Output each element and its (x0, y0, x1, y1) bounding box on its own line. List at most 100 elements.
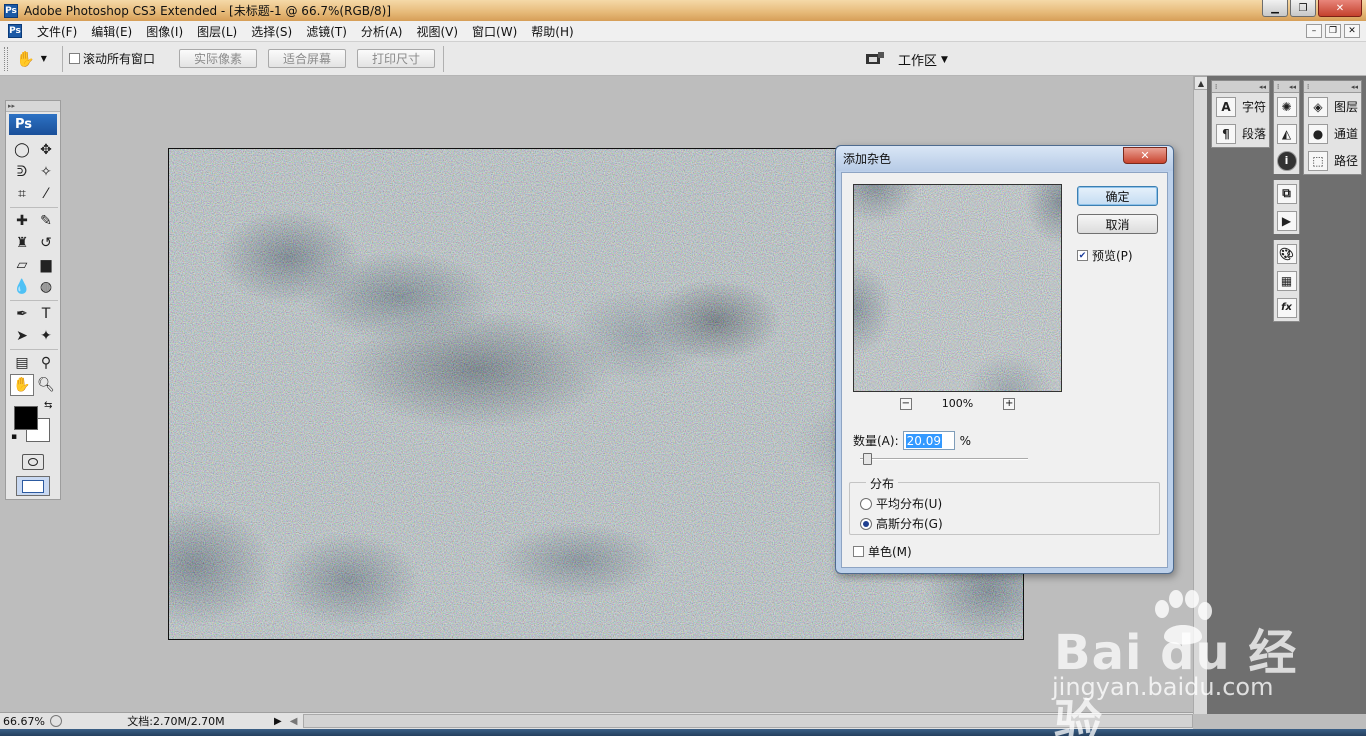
scroll-left-arrow[interactable]: ◀ (290, 716, 298, 727)
amount-unit: % (959, 433, 972, 448)
panel-column-header[interactable]: ⁞ ◂◂ (1274, 81, 1299, 93)
gaussian-option[interactable]: 高斯分布(G) (860, 515, 943, 532)
panel-column-header[interactable]: ⁞ ◂◂ (1212, 81, 1269, 93)
menu-select[interactable]: 选择(S) (244, 23, 299, 40)
close-button[interactable]: ✕ (1318, 0, 1362, 17)
scroll-all-checkbox[interactable] (69, 53, 80, 64)
dodge-icon[interactable]: ◍ (34, 276, 58, 298)
history-icon: ⧉ (1276, 183, 1297, 204)
amount-input[interactable]: 20.09 (902, 431, 955, 450)
hand-icon[interactable]: ✋ (10, 374, 34, 396)
menu-edit[interactable]: 编辑(E) (84, 23, 139, 40)
paths-label: 路径 (1334, 154, 1359, 168)
menu-window[interactable]: 窗口(W) (465, 23, 524, 40)
doc-minimize-button[interactable]: – (1306, 24, 1322, 38)
scroll-up-arrow[interactable]: ▲ (1194, 76, 1208, 90)
menu-filter[interactable]: 滤镜(T) (299, 23, 354, 40)
gradient-icon[interactable]: ▆ (34, 254, 58, 276)
eyedropper-icon[interactable]: ⚲ (34, 352, 58, 374)
panel-column-2: ⁞ ◂◂ ✺ ◭ i ⧉ ▶ 🎨︎ ▦ fx (1273, 80, 1300, 322)
default-colors-icon[interactable]: ▪ (11, 432, 17, 442)
path-select-icon[interactable]: ➤ (10, 325, 34, 347)
type-icon[interactable]: T (34, 303, 58, 325)
menu-view[interactable]: 视图(V) (409, 23, 465, 40)
menu-help[interactable]: 帮助(H) (524, 23, 580, 40)
healing-icon[interactable]: ✚ (10, 210, 34, 232)
layers-panel-button[interactable]: ◈ 图层 (1304, 93, 1361, 120)
marquee-icon[interactable]: ◯ (10, 139, 34, 161)
cancel-button[interactable]: 取消 (1077, 214, 1158, 234)
eraser-icon[interactable]: ▱ (10, 254, 34, 276)
workspace-menu-button[interactable]: 工作区 ▼ (898, 50, 948, 69)
options-bar: ✋ ▼ 滚动所有窗口 实际像素 适合屏幕 打印尺寸 工作区 ▼ (0, 42, 1366, 76)
options-grip[interactable] (4, 46, 8, 71)
monochromatic-checkbox[interactable] (853, 546, 864, 557)
info-icon: i (1276, 150, 1297, 171)
lasso-icon[interactable]: ᕲ (10, 161, 34, 183)
blur-icon[interactable]: 💧 (10, 276, 34, 298)
hand-icon: ✋ (16, 49, 35, 68)
zoom-in-button[interactable]: + (1003, 397, 1016, 410)
menu-image[interactable]: 图像(I) (139, 23, 190, 40)
swap-colors-icon[interactable]: ⇆ (44, 400, 52, 411)
uniform-radio[interactable] (860, 497, 872, 510)
zoom-icon[interactable]: 🔍︎ (34, 374, 58, 396)
doc-restore-button[interactable]: ❐ (1325, 24, 1341, 38)
histogram-panel-button[interactable]: ◭ (1274, 120, 1299, 147)
brush-icon[interactable]: ✎ (34, 210, 58, 232)
zoom-level[interactable]: 66.67% (0, 715, 46, 728)
status-menu-arrow-icon[interactable]: ▶ (274, 716, 282, 727)
crop-icon[interactable]: ⌗ (10, 183, 34, 205)
uniform-option[interactable]: 平均分布(U) (860, 495, 942, 512)
document-icon[interactable]: Ps (8, 24, 22, 38)
quick-mask-button[interactable] (22, 454, 44, 470)
fit-screen-button[interactable]: 适合屏幕 (268, 49, 347, 68)
zoom-out-button[interactable]: − (899, 397, 912, 410)
dialog-close-button[interactable]: ✕ (1123, 147, 1167, 164)
styles-panel-button[interactable]: 🎨︎ (1274, 240, 1299, 267)
character-panel-button[interactable]: A 字符 (1212, 93, 1269, 120)
print-size-button[interactable]: 打印尺寸 (357, 49, 436, 68)
screen-mode-button[interactable] (16, 476, 50, 496)
layers-label: 图层 (1334, 100, 1359, 114)
slice-icon[interactable]: ⁄ (34, 183, 58, 205)
actual-pixels-button[interactable]: 实际像素 (179, 49, 258, 68)
history-brush-icon[interactable]: ↺ (34, 232, 58, 254)
magic-wand-icon[interactable]: ✧ (34, 161, 58, 183)
history-panel-button[interactable]: ⧉ (1274, 180, 1299, 207)
navigator-panel-button[interactable]: ✺ (1274, 93, 1299, 120)
clone-stamp-icon[interactable]: ♜ (10, 232, 34, 254)
pen-icon[interactable]: ✒ (10, 303, 34, 325)
paragraph-panel-button[interactable]: ¶ 段落 (1212, 120, 1269, 147)
shape-icon[interactable]: ✦ (34, 325, 58, 347)
doc-close-button[interactable]: ✕ (1344, 24, 1360, 38)
filter-preview[interactable] (853, 184, 1062, 392)
menu-analysis[interactable]: 分析(A) (354, 23, 410, 40)
workspace-label: 工作区 (898, 54, 938, 69)
menu-file[interactable]: 文件(F) (30, 23, 84, 40)
minimize-button[interactable]: ▁ (1262, 0, 1288, 17)
amount-slider-track[interactable] (860, 458, 1028, 460)
actions-panel-button[interactable]: ▶ (1274, 207, 1299, 234)
status-info-icon[interactable] (50, 715, 62, 727)
tool-preset-picker[interactable]: ✋ ▼ (16, 47, 56, 71)
preview-checkbox[interactable]: ✔ (1077, 250, 1088, 261)
info-panel-button[interactable]: i (1274, 147, 1299, 174)
swatches-panel-button[interactable]: ▦ (1274, 267, 1299, 294)
tools-panel-header[interactable]: ▸▸ (6, 101, 60, 112)
paths-panel-button[interactable]: ⬚ 路径 (1304, 147, 1361, 174)
channels-panel-button[interactable]: ● 通道 (1304, 120, 1361, 147)
foreground-color-swatch[interactable] (14, 406, 38, 430)
layer-styles-panel-button[interactable]: fx (1274, 294, 1299, 321)
notes-icon[interactable]: ▤ (10, 352, 34, 374)
ok-button[interactable]: 确定 (1077, 186, 1158, 206)
restore-button[interactable]: ❐ (1290, 0, 1316, 17)
amount-slider-thumb[interactable] (863, 453, 872, 465)
uniform-label: 平均分布(U) (876, 497, 943, 511)
gaussian-radio[interactable] (860, 517, 872, 530)
ps-logo[interactable]: Ps (9, 114, 57, 135)
bridge-icon[interactable] (864, 51, 886, 67)
menu-layer[interactable]: 图层(L) (190, 23, 244, 40)
move-icon[interactable]: ✥ (34, 139, 58, 161)
panel-column-header[interactable]: ⁞ ◂◂ (1304, 81, 1361, 93)
